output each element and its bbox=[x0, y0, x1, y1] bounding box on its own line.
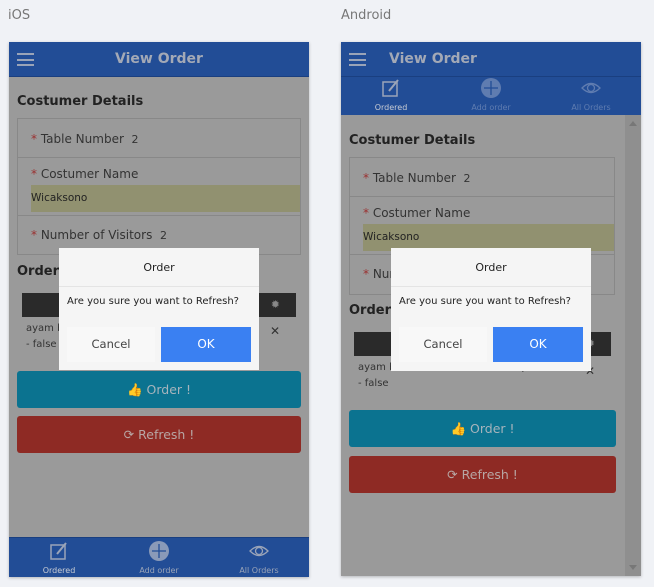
dialog-divider bbox=[59, 286, 259, 287]
top-tab-bar: Ordered Add order All Orders bbox=[341, 77, 641, 115]
required-mark: * bbox=[363, 206, 369, 220]
customer-name-field: * Costumer Name Wicaksono bbox=[350, 197, 614, 255]
scroll-up-icon[interactable] bbox=[629, 121, 637, 126]
order-button-label: Order ! bbox=[470, 421, 515, 436]
refresh-button[interactable]: ⟳ Refresh ! bbox=[349, 456, 616, 493]
customer-name-input[interactable]: Wicaksono bbox=[31, 185, 300, 212]
ok-button[interactable]: OK bbox=[161, 327, 251, 362]
nav-label: Ordered bbox=[42, 566, 76, 575]
header: View Order bbox=[341, 42, 641, 77]
tab-all-orders[interactable]: All Orders bbox=[541, 77, 641, 115]
field-value: 2 bbox=[463, 172, 471, 185]
edit-icon bbox=[382, 79, 399, 97]
gear-icon[interactable]: ✹ bbox=[271, 298, 280, 311]
add-icon bbox=[481, 78, 501, 98]
ok-button[interactable]: OK bbox=[493, 327, 583, 362]
refresh-button-label: Refresh ! bbox=[461, 467, 518, 482]
page-title: View Order bbox=[115, 51, 203, 67]
ios-label: iOS bbox=[8, 8, 31, 23]
dialog-message: Are you sure you want to Refresh? bbox=[67, 296, 239, 307]
refresh-button[interactable]: ⟳ Refresh ! bbox=[17, 416, 301, 453]
field-label: Table Number bbox=[372, 171, 456, 185]
remove-item-icon[interactable]: ✕ bbox=[270, 324, 280, 338]
order-button[interactable]: 👍 Order ! bbox=[349, 410, 616, 447]
tab-add-order[interactable]: Add order bbox=[441, 77, 541, 115]
customer-details-heading: Costumer Details bbox=[17, 94, 144, 109]
field-label: Costumer Name bbox=[372, 206, 471, 220]
edit-icon bbox=[50, 542, 67, 560]
tab-label: Add order bbox=[471, 103, 511, 112]
thumbs-up-icon: 👍 bbox=[450, 421, 467, 436]
eye-icon bbox=[581, 82, 601, 94]
order-item-note: - false bbox=[358, 378, 389, 389]
customer-details-heading: Costumer Details bbox=[349, 133, 476, 148]
menu-icon[interactable] bbox=[349, 53, 366, 66]
tab-label: Ordered bbox=[374, 103, 408, 112]
required-mark: * bbox=[363, 171, 369, 185]
cancel-button[interactable]: Cancel bbox=[399, 327, 487, 362]
dialog-message: Are you sure you want to Refresh? bbox=[399, 296, 571, 307]
field-value: 2 bbox=[159, 229, 167, 242]
table-number-field[interactable]: * Table Number 2 bbox=[18, 119, 300, 158]
android-label: Android bbox=[341, 8, 392, 23]
required-mark: * bbox=[31, 228, 37, 242]
nav-add-order[interactable]: Add order bbox=[109, 538, 209, 577]
page-title: View Order bbox=[389, 51, 477, 67]
refresh-icon: ⟳ bbox=[447, 467, 458, 482]
refresh-button-label: Refresh ! bbox=[138, 427, 195, 442]
order-item-note: - false bbox=[26, 339, 57, 350]
field-value: 2 bbox=[131, 133, 139, 146]
nav-all-orders[interactable]: All Orders bbox=[209, 538, 309, 577]
customer-name-field: * Costumer Name Wicaksono bbox=[18, 158, 300, 216]
tab-label: All Orders bbox=[571, 103, 611, 112]
dialog-title: Order bbox=[475, 261, 507, 274]
customer-name-input[interactable]: Wicaksono bbox=[363, 224, 614, 251]
field-label: Number of Visitors bbox=[40, 228, 153, 242]
required-mark: * bbox=[31, 167, 37, 181]
field-label: Table Number bbox=[40, 132, 124, 146]
android-confirm-dialog: Order Are you sure you want to Refresh? … bbox=[391, 248, 591, 371]
scroll-down-icon[interactable] bbox=[629, 565, 637, 570]
nav-label: Add order bbox=[139, 566, 179, 575]
header: View Order bbox=[9, 42, 309, 77]
required-mark: * bbox=[31, 132, 37, 146]
table-number-field[interactable]: * Table Number 2 bbox=[350, 158, 614, 197]
customer-form: * Table Number 2 * Costumer Name Wicakso… bbox=[17, 118, 301, 255]
add-icon bbox=[149, 541, 169, 561]
dialog-title: Order bbox=[143, 261, 175, 274]
field-label: Costumer Name bbox=[40, 167, 139, 181]
bottom-nav: Ordered Add order All Orders bbox=[9, 537, 309, 577]
nav-label: All Orders bbox=[239, 566, 279, 575]
thumbs-up-icon: 👍 bbox=[126, 382, 143, 397]
nav-ordered[interactable]: Ordered bbox=[9, 538, 109, 577]
cancel-button[interactable]: Cancel bbox=[67, 327, 155, 362]
eye-icon bbox=[249, 545, 269, 557]
required-mark: * bbox=[363, 267, 369, 281]
dialog-divider bbox=[391, 286, 591, 287]
ios-confirm-dialog: Order Are you sure you want to Refresh? … bbox=[59, 248, 259, 370]
order-button-label: Order ! bbox=[146, 382, 192, 397]
order-button[interactable]: 👍 Order ! bbox=[17, 371, 301, 408]
scrollbar[interactable] bbox=[625, 115, 641, 576]
tab-ordered[interactable]: Ordered bbox=[341, 77, 441, 115]
refresh-icon: ⟳ bbox=[123, 427, 135, 442]
